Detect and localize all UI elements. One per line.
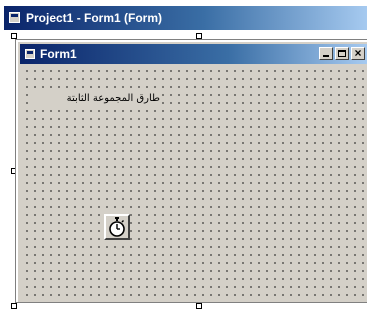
designer-window-titlebar[interactable]: Project1 - Form1 (Form) (4, 6, 367, 30)
resize-handle-bottom-center[interactable] (196, 303, 202, 309)
timer-control[interactable] (104, 214, 130, 240)
form1-title: Form1 (40, 47, 77, 61)
maximize-button[interactable] (335, 47, 349, 60)
stopwatch-icon (109, 217, 125, 237)
form-icon (25, 49, 35, 59)
form1-window[interactable]: Form1 طارق المجموعة الثابتة (16, 40, 367, 302)
minimize-button[interactable] (319, 47, 333, 60)
close-button[interactable] (351, 47, 365, 60)
form1-client-area[interactable]: طارق المجموعة الثابتة (20, 64, 367, 302)
resize-handle-bottom-left[interactable] (11, 303, 17, 309)
label-control[interactable]: طارق المجموعة الثابتة (28, 92, 162, 105)
resize-handle-top-center[interactable] (196, 33, 202, 39)
resize-handle-top-left[interactable] (11, 33, 17, 39)
form-icon (9, 12, 20, 23)
form1-titlebar[interactable]: Form1 (20, 44, 367, 64)
designer-window-title: Project1 - Form1 (Form) (26, 11, 163, 25)
vb-ide-form-designer: Project1 - Form1 (Form) Form1 طارق المجم… (0, 0, 367, 311)
